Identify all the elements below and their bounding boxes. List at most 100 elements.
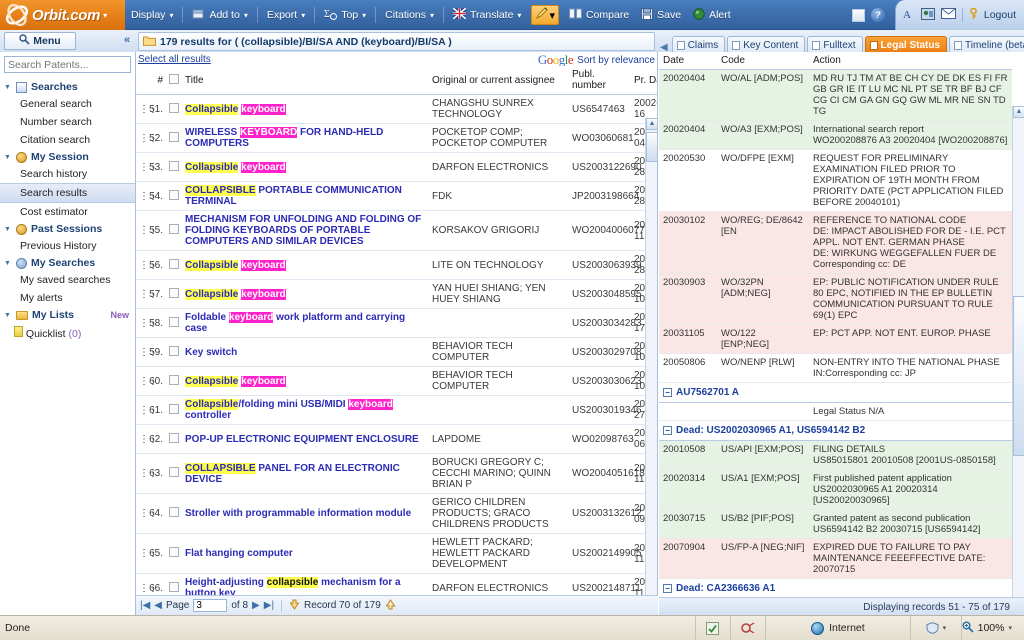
select-all-checkbox[interactable] [169, 73, 179, 84]
profile-icon[interactable] [920, 7, 935, 23]
row-drag-handle[interactable]: ⋮⋮ [136, 152, 158, 182]
legal-group-title[interactable]: − AU7562701 A [659, 382, 1012, 403]
toolbar-save-button[interactable]: Save [635, 4, 687, 26]
first-page-button[interactable]: |◀ [140, 600, 150, 611]
collapse-icon[interactable]: − [663, 388, 672, 397]
status-zone[interactable]: Internet [764, 616, 911, 640]
row-checkbox-cell[interactable] [166, 337, 182, 367]
toolbar-citations-button[interactable]: Citations ▾ [379, 4, 440, 26]
status-zoom[interactable]: 100% ▾ [960, 616, 1024, 640]
row-checkbox[interactable] [169, 467, 179, 477]
row-title-link[interactable]: Flat hanging computer [185, 548, 293, 559]
expand-triangle-icon[interactable]: ▼ [4, 312, 12, 319]
row-title-cell[interactable]: COLLAPSIBLE PANEL FOR AN ELECTRONIC DEVI… [182, 453, 429, 494]
toolbar-compare-button[interactable]: Compare [563, 4, 635, 26]
collapse-icon[interactable]: − [663, 584, 672, 593]
table-row[interactable]: ⋮⋮ 61. Collapsible/folding mini USB/MIDI k… [136, 395, 657, 425]
sidebar-group-past-sessions[interactable]: ▼ Past Sessions [0, 221, 135, 237]
record-down-icon[interactable] [289, 599, 300, 613]
row-drag-handle[interactable]: ⋮⋮ [136, 279, 158, 309]
table-row[interactable]: ⋮⋮ 57. Collapsible keyboard YAN HUEI SHIANG… [136, 279, 657, 309]
table-row[interactable]: ⋮⋮ 64. Stroller with programmable informat… [136, 493, 657, 534]
row-title-link[interactable]: COLLAPSIBLE PANEL FOR AN ELECTRONIC DEVI… [185, 462, 400, 485]
row-checkbox[interactable] [169, 160, 179, 171]
row-checkbox[interactable] [169, 287, 179, 298]
help-icon[interactable]: ? [870, 8, 885, 22]
row-checkbox[interactable] [169, 131, 179, 142]
last-page-button[interactable]: ▶| [264, 600, 274, 611]
col-publ-number[interactable]: Publ. number [569, 66, 631, 95]
row-title-cell[interactable]: Stroller with programmable information m… [182, 493, 429, 534]
row-checkbox[interactable] [169, 581, 179, 592]
row-title-cell[interactable]: Collapsible keyboard [182, 152, 429, 182]
legal-scroll-thumb[interactable] [1013, 296, 1024, 456]
row-drag-handle[interactable]: ⋮⋮ [136, 493, 158, 534]
sidebar-group-my-lists[interactable]: ▼ My Lists New [0, 307, 135, 323]
row-title-link[interactable]: WIRELESS KEYBOARD FOR HAND-HELD COMPUTER… [185, 127, 383, 149]
next-page-button[interactable]: ▶ [252, 600, 260, 611]
brand-caret-icon[interactable]: ▾ [103, 11, 107, 20]
row-checkbox[interactable] [169, 102, 179, 113]
row-checkbox-cell[interactable] [166, 366, 182, 396]
row-title-cell[interactable]: COLLAPSIBLE PORTABLE COMMUNICATION TERMI… [182, 181, 429, 211]
row-checkbox-cell[interactable] [166, 453, 182, 494]
collapse-sidebar-button[interactable]: « [124, 34, 130, 46]
col-assignee[interactable]: Original or current assignee [429, 66, 569, 95]
sidebar-item-citation-search[interactable]: Citation search [0, 131, 135, 149]
chevron-down-icon[interactable]: ▾ [1008, 624, 1012, 632]
sidebar-item-my-saved-searches[interactable]: My saved searches [0, 271, 135, 289]
sidebar-item-previous-history[interactable]: Previous History [0, 237, 135, 255]
menu-button[interactable]: Menu [4, 32, 76, 50]
status-check-icon[interactable] [694, 616, 730, 640]
row-title-cell[interactable]: POP-UP ELECTRONIC EQUIPMENT ENCLOSURE [182, 424, 429, 454]
legal-scrollbar[interactable]: ▲ ▼ [1012, 106, 1024, 640]
row-title-link[interactable]: Collapsible keyboard [185, 103, 286, 115]
legal-scroll-up-button[interactable]: ▲ [1013, 106, 1024, 118]
sidebar-item-my-alerts[interactable]: My alerts [0, 289, 135, 307]
sidebar-item-general-search[interactable]: General search [0, 95, 135, 113]
brand-logo-area[interactable]: Orbit.com ▾ [0, 0, 125, 30]
table-row[interactable]: ⋮⋮ 58. Foldable keyboard work platform and… [136, 308, 657, 338]
col-pr-date[interactable]: Pr. Date [631, 66, 657, 95]
row-drag-handle[interactable]: ⋮⋮ [136, 308, 158, 338]
logout-button[interactable]: Logout [984, 9, 1016, 21]
sidebar-item-search-history[interactable]: Search history [0, 165, 135, 183]
toolbar-export-button[interactable]: Export ▾ [261, 4, 311, 26]
row-title-link[interactable]: Collapsible keyboard [185, 259, 286, 271]
table-row[interactable]: ⋮⋮ 54. COLLAPSIBLE PORTABLE COMMUNICATION … [136, 181, 657, 211]
record-up-icon[interactable] [385, 598, 396, 613]
row-title-link[interactable]: Collapsible keyboard [185, 288, 286, 300]
toolbar-addto-button[interactable]: Add to ▾ [186, 4, 253, 26]
row-title-link[interactable]: Collapsible/folding mini USB/MIDI keyboa… [185, 399, 393, 421]
search-input[interactable] [8, 58, 143, 71]
legal-group-header[interactable]: − AU7562701 A [659, 382, 1012, 403]
row-drag-handle[interactable]: ⋮⋮ [136, 94, 158, 124]
row-checkbox[interactable] [169, 224, 179, 234]
row-title-link[interactable]: Collapsible keyboard [185, 161, 286, 173]
row-title-link[interactable]: Foldable keyboard work platform and carr… [185, 312, 405, 334]
row-drag-handle[interactable]: ⋮⋮ [136, 366, 158, 396]
row-checkbox-cell[interactable] [166, 533, 182, 574]
row-title-cell[interactable]: Collapsible/folding mini USB/MIDI keyboa… [182, 395, 429, 425]
row-title-cell[interactable]: Foldable keyboard work platform and carr… [182, 308, 429, 338]
scroll-up-button[interactable]: ▲ [646, 118, 658, 130]
row-checkbox-cell[interactable] [166, 152, 182, 182]
row-title-cell[interactable]: Key switch [182, 337, 429, 367]
legal-group-title[interactable]: − Dead: CA2366636 A1 [659, 578, 1012, 597]
toolbar-translate-button[interactable]: Translate ▾ [447, 4, 527, 26]
row-drag-handle[interactable]: ⋮⋮ [136, 181, 158, 211]
row-checkbox-cell[interactable] [166, 250, 182, 280]
row-checkbox-cell[interactable] [166, 308, 182, 338]
chevron-down-icon[interactable]: ▾ [549, 9, 555, 22]
row-drag-handle[interactable]: ⋮⋮ [136, 123, 158, 153]
table-row[interactable]: ⋮⋮ 56. Collapsible keyboard LITE ON TECHNOL… [136, 250, 657, 280]
row-drag-handle[interactable]: ⋮⋮ [136, 395, 158, 425]
table-row[interactable]: ⋮⋮ 55. MECHANISM FOR UNFOLDING AND FOLDING… [136, 210, 657, 251]
row-checkbox[interactable] [169, 403, 179, 414]
expand-triangle-icon[interactable]: ▼ [4, 154, 12, 161]
results-scrollbar[interactable]: ▲ ▼ [645, 118, 658, 640]
accessibility-icon[interactable]: A [902, 7, 915, 23]
expand-triangle-icon[interactable]: ▼ [4, 84, 12, 91]
row-checkbox-cell[interactable] [166, 123, 182, 153]
scroll-thumb[interactable] [646, 132, 658, 162]
